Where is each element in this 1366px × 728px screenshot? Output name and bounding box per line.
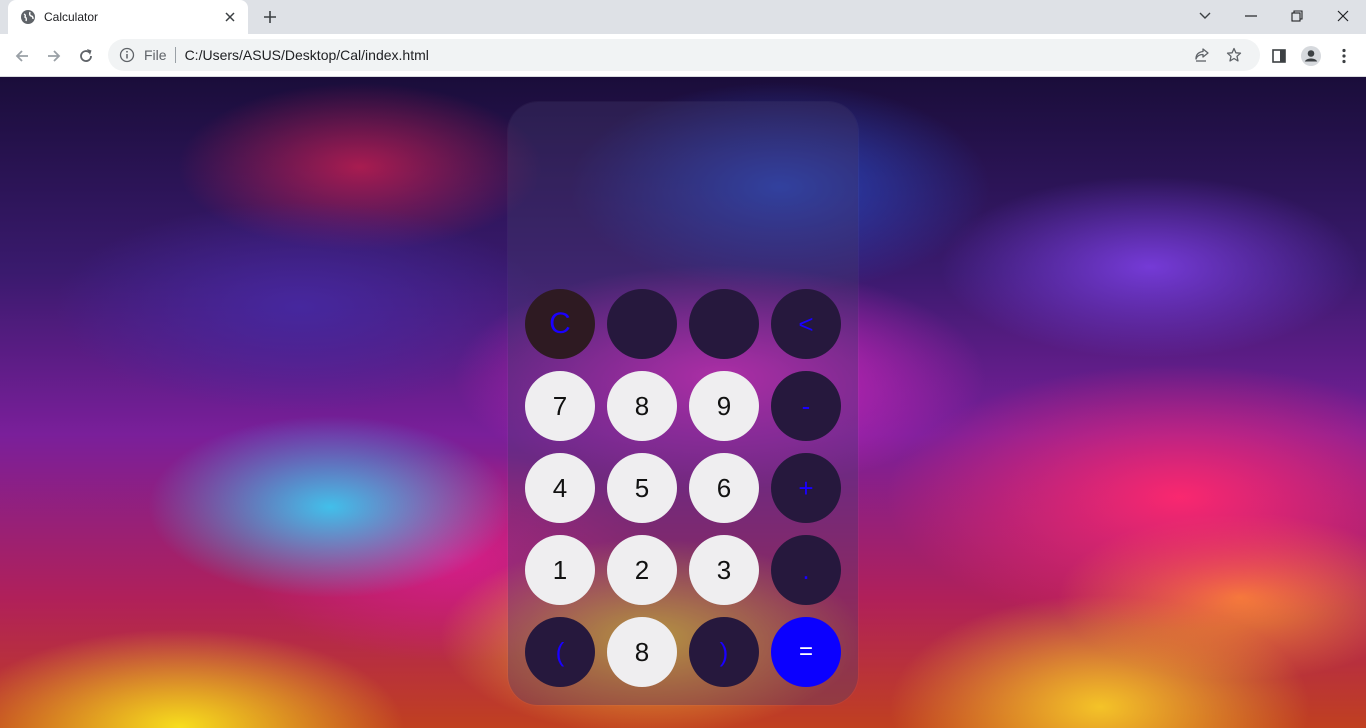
digit-5-button[interactable]: 5 [607, 453, 677, 523]
profile-avatar-icon[interactable] [1299, 44, 1323, 68]
bookmark-star-icon[interactable] [1218, 43, 1250, 67]
digit-8-button[interactable]: 8 [607, 371, 677, 441]
clear-button[interactable]: C [525, 289, 595, 359]
blank-key-1[interactable] [607, 289, 677, 359]
minus-button[interactable]: - [771, 371, 841, 441]
digit-6-button[interactable]: 6 [689, 453, 759, 523]
omnibox-divider [174, 47, 176, 63]
reload-icon[interactable] [72, 42, 100, 70]
back-icon[interactable] [8, 42, 36, 70]
menu-kebab-icon[interactable] [1332, 44, 1356, 68]
close-paren-button[interactable]: ) [689, 617, 759, 687]
close-window-icon[interactable] [1320, 0, 1366, 32]
info-icon[interactable] [119, 47, 135, 63]
globe-icon [20, 9, 36, 25]
calculator-panel: C < 7 8 9 - 4 5 6 + 1 2 3 . ( 8 ) = [508, 102, 858, 705]
digit-4-button[interactable]: 4 [525, 453, 595, 523]
browser-toolbar: File C:/Users/ASUS/Desktop/Cal/index.htm… [0, 34, 1366, 77]
address-bar[interactable]: File C:/Users/ASUS/Desktop/Cal/index.htm… [108, 39, 1260, 71]
blank-key-2[interactable] [689, 289, 759, 359]
plus-button[interactable]: + [771, 453, 841, 523]
digit-8-bottom-button[interactable]: 8 [607, 617, 677, 687]
url-text[interactable]: C:/Users/ASUS/Desktop/Cal/index.html [185, 47, 429, 63]
equals-button[interactable]: = [771, 617, 841, 687]
new-tab-icon[interactable] [258, 5, 282, 29]
page-background: C < 7 8 9 - 4 5 6 + 1 2 3 . ( 8 ) = [0, 77, 1366, 728]
decimal-point-button[interactable]: . [771, 535, 841, 605]
scheme-label: File [144, 47, 167, 63]
tab-title: Calculator [44, 10, 99, 24]
minimize-icon[interactable] [1228, 0, 1274, 32]
tab-calculator[interactable]: Calculator [8, 0, 248, 34]
forward-icon[interactable] [40, 42, 68, 70]
restore-icon[interactable] [1274, 0, 1320, 32]
digit-2-button[interactable]: 2 [607, 535, 677, 605]
tab-search-chevron-icon[interactable] [1182, 0, 1228, 32]
digit-1-button[interactable]: 1 [525, 535, 595, 605]
digit-3-button[interactable]: 3 [689, 535, 759, 605]
close-tab-icon[interactable] [222, 9, 238, 25]
open-paren-button[interactable]: ( [525, 617, 595, 687]
digit-7-button[interactable]: 7 [525, 371, 595, 441]
backspace-button[interactable]: < [771, 289, 841, 359]
share-icon[interactable] [1186, 43, 1218, 67]
side-panel-icon[interactable] [1267, 44, 1291, 68]
digit-9-button[interactable]: 9 [689, 371, 759, 441]
calculator-display [528, 142, 838, 262]
tab-strip: Calculator [0, 0, 1366, 34]
